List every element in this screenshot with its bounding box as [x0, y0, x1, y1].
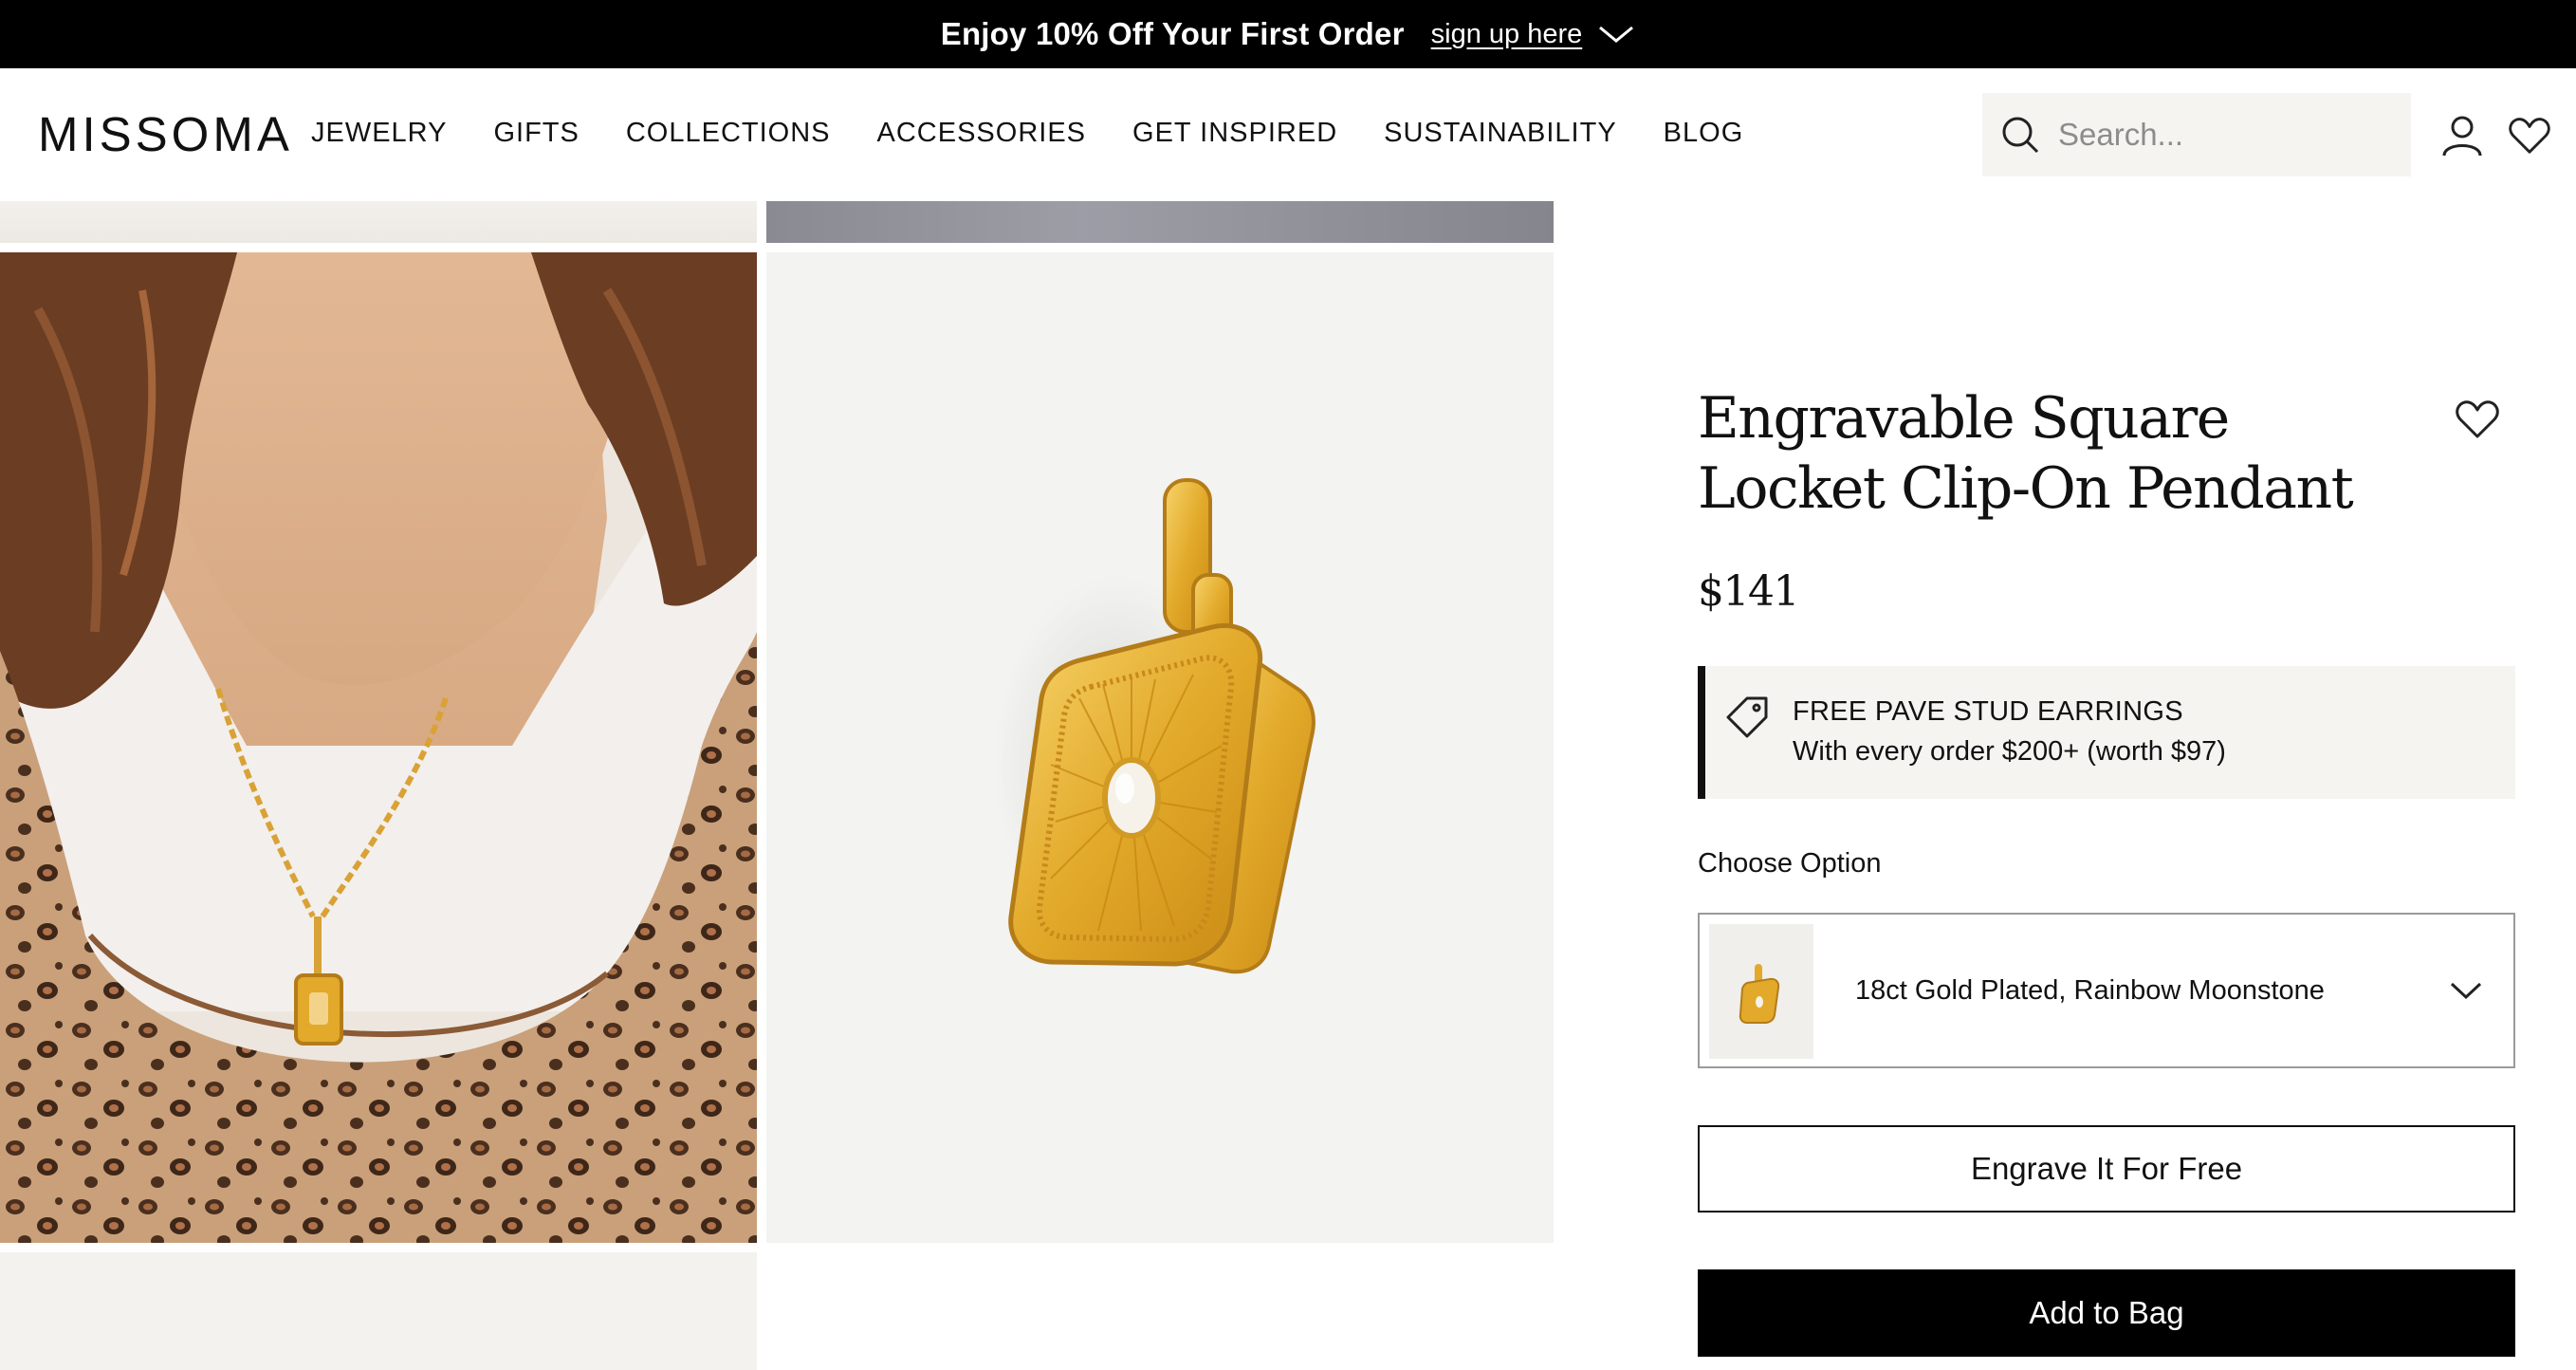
model-illustration — [0, 252, 757, 1243]
account-icon[interactable] — [2441, 114, 2483, 157]
offer-title: FREE PAVE STUD EARRINGS — [1793, 696, 2183, 727]
nav-item-gifts[interactable]: GIFTS — [493, 118, 579, 149]
tag-icon — [1726, 696, 1768, 738]
add-to-bag-button[interactable]: Add to Bag — [1698, 1269, 2515, 1357]
product-title: Engravable Square Locket Clip-On Pendant — [1698, 385, 2354, 522]
logo[interactable]: MISSOMA — [38, 106, 293, 162]
option-select[interactable]: 18ct Gold Plated, Rainbow Moonstone — [1698, 913, 2515, 1068]
gallery-image-partial[interactable] — [0, 1252, 757, 1370]
pendant-illustration — [766, 252, 1554, 1243]
announcement-bar: Enjoy 10% Off Your First Order sign up h… — [0, 0, 2576, 68]
offer-banner: FREE PAVE STUD EARRINGS With every order… — [1698, 666, 2515, 799]
engrave-button[interactable]: Engrave It For Free — [1698, 1125, 2515, 1213]
signup-link[interactable]: sign up here — [1431, 19, 1583, 50]
option-thumbnail — [1709, 924, 1813, 1059]
site-header: MISSOMA JEWELRY GIFTS COLLECTIONS ACCESS… — [0, 68, 2576, 201]
locket-pendant-product-photo[interactable] — [766, 252, 1554, 1243]
nav-item-sustainability[interactable]: SUSTAINABILITY — [1384, 118, 1617, 149]
gallery-image-partial[interactable] — [766, 201, 1554, 243]
promo-text: Enjoy 10% Off Your First Order — [940, 16, 1405, 51]
search-box[interactable] — [1982, 93, 2411, 176]
nav-item-jewelry[interactable]: JEWELRY — [311, 118, 447, 149]
nav-item-accessories[interactable]: ACCESSORIES — [877, 118, 1087, 149]
chevron-down-icon — [2450, 982, 2482, 1000]
choose-option-label: Choose Option — [1698, 848, 1882, 879]
selected-option: 18ct Gold Plated, Rainbow Moonstone — [1855, 975, 2325, 1006]
model-wearing-necklace-photo[interactable] — [0, 252, 757, 1243]
nav-item-collections[interactable]: COLLECTIONS — [626, 118, 831, 149]
main-nav: JEWELRY GIFTS COLLECTIONS ACCESSORIES GE… — [311, 118, 1790, 149]
pendant-thumbnail-illustration — [1739, 964, 1780, 1024]
heart-icon[interactable] — [2455, 398, 2500, 440]
product-price: $141 — [1698, 567, 1799, 616]
chevron-down-icon[interactable] — [1597, 23, 1635, 46]
heart-icon[interactable] — [2508, 116, 2551, 156]
nav-item-get-inspired[interactable]: GET INSPIRED — [1132, 118, 1337, 149]
offer-subtitle: With every order $200+ (worth $97) — [1793, 736, 2226, 767]
nav-item-blog[interactable]: BLOG — [1664, 118, 1744, 149]
search-input[interactable] — [2056, 116, 2401, 154]
gallery-image-partial[interactable] — [0, 201, 757, 243]
search-icon[interactable] — [1999, 114, 2041, 156]
